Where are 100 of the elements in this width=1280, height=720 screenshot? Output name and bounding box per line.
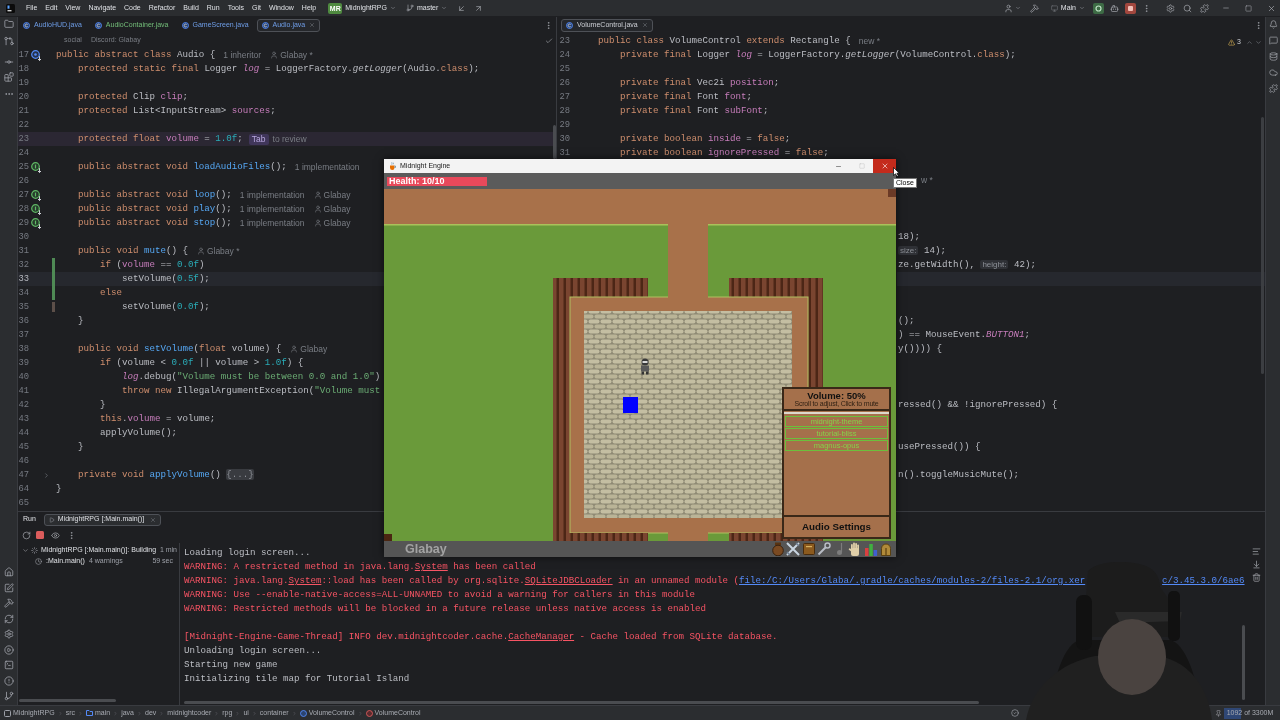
text-lines-icon[interactable]	[1251, 547, 1261, 556]
person-icon[interactable]	[1003, 3, 1013, 13]
terminal-icon[interactable]	[3, 660, 14, 670]
chat-icon[interactable]	[1268, 36, 1278, 45]
more-icon[interactable]	[67, 530, 76, 540]
change-marker[interactable]	[51, 286, 55, 300]
chevron-down-icon[interactable]	[1079, 5, 1085, 11]
author-name[interactable]: Glabay *	[280, 48, 313, 62]
hammer-icon[interactable]	[1029, 3, 1039, 13]
close-icon[interactable]	[309, 22, 316, 28]
play-icon[interactable]	[48, 516, 55, 523]
play-circle-icon[interactable]	[3, 644, 14, 655]
stop-icon[interactable]	[1125, 2, 1136, 14]
scrollbar-thumb[interactable]	[1242, 625, 1245, 700]
close-button[interactable]	[873, 159, 896, 173]
check-circle-icon[interactable]	[1011, 709, 1019, 717]
refresh-icon[interactable]	[3, 613, 14, 624]
wrench-icon[interactable]	[817, 542, 831, 556]
inlay-hint[interactable]: 1 implementation	[239, 216, 305, 230]
settings-icon[interactable]	[1166, 3, 1175, 13]
robot-icon[interactable]	[1110, 3, 1119, 13]
app-logo-icon[interactable]	[6, 3, 15, 13]
arrow-up-right-icon[interactable]	[474, 3, 484, 13]
code-line: }	[99, 398, 106, 412]
chevron-down-icon[interactable]	[1014, 5, 1021, 11]
pin-icon[interactable]	[1215, 709, 1222, 717]
arrow-down-to-line-icon[interactable]	[1251, 560, 1261, 569]
inlay-hint[interactable]: 1 implementation	[294, 160, 360, 174]
square-icon	[623, 397, 638, 413]
change-marker[interactable]	[51, 272, 55, 286]
code-line: private final Vec2i position;	[620, 76, 780, 90]
class-link[interactable]: CacheManager	[508, 631, 575, 643]
inlay-hint[interactable]: new *	[858, 34, 881, 48]
author-name[interactable]: Glabay *	[206, 244, 240, 258]
console-line: Initializing tile map for Tutorial Island	[184, 672, 410, 686]
database-icon[interactable]	[1268, 52, 1278, 61]
bell-icon[interactable]	[1268, 20, 1278, 29]
ring-tile-icon[interactable]	[1093, 2, 1104, 14]
person-icon	[313, 191, 322, 199]
branch-icon[interactable]	[3, 691, 14, 701]
chevron-down-icon[interactable]	[441, 5, 448, 11]
console-line: WARNING: A restricted method in java.lang.System has been called	[184, 560, 536, 574]
search-icon[interactable]	[1183, 3, 1192, 13]
book-icon[interactable]	[801, 542, 816, 556]
close-icon[interactable]	[1267, 3, 1276, 13]
puzzle-icon[interactable]	[1200, 3, 1209, 13]
arrow-down-left-icon[interactable]	[457, 3, 467, 13]
change-marker[interactable]	[51, 258, 55, 272]
chevron-down-icon[interactable]	[389, 5, 396, 11]
minimize-icon[interactable]	[1222, 4, 1230, 12]
close-icon[interactable]	[150, 516, 157, 523]
more-icon[interactable]	[544, 20, 553, 30]
change-marker[interactable]	[51, 302, 55, 312]
edit-icon[interactable]	[3, 582, 14, 593]
file-link[interactable]: c/3.45.3.0/6ae6	[1162, 575, 1245, 587]
chevron-up-icon[interactable]	[1246, 38, 1253, 46]
class-link[interactable]: SQLiteJDBCLoader	[524, 575, 613, 587]
hand-icon[interactable]	[848, 542, 862, 556]
commit-icon[interactable]	[3, 57, 14, 67]
inlay-hint[interactable]: 1 inheritor	[223, 48, 262, 62]
chevron-down-icon[interactable]	[22, 547, 29, 554]
line-number: 25	[18, 162, 29, 172]
line-number: 24	[558, 50, 570, 60]
rerun-icon[interactable]	[22, 530, 31, 540]
settings-icon[interactable]	[3, 629, 14, 639]
maximize-icon[interactable]	[1245, 4, 1252, 12]
eye-icon[interactable]	[51, 530, 60, 540]
class-link[interactable]: System	[414, 561, 448, 573]
inlay-hint[interactable]: 1 implementation	[239, 202, 305, 216]
code-line: public abstract void loadAudioFiles();	[78, 160, 287, 174]
class-file-icon	[566, 21, 573, 29]
file-link[interactable]: file:/C:/Users/Glaba/.gradle/caches/modules-2/files-2.1/org.xer	[739, 575, 1086, 587]
audio-settings-button[interactable]: Audio Settings	[784, 515, 889, 537]
more-icon[interactable]	[1142, 3, 1151, 13]
trash-icon[interactable]	[1251, 573, 1261, 582]
code-line: private final Logger log = LoggerFactory.getLogger(VolumeControl.class);	[620, 48, 1016, 62]
chevron-down-icon[interactable]	[1255, 38, 1262, 46]
alert-icon[interactable]	[3, 675, 14, 686]
folder-icon[interactable]	[3, 19, 14, 29]
pull-request-icon[interactable]	[3, 36, 14, 46]
chevron-right-icon[interactable]	[43, 471, 50, 479]
scrollbar-thumb[interactable]	[19, 699, 116, 702]
blocks-icon[interactable]	[3, 72, 14, 82]
author-name[interactable]: Glabay	[323, 202, 351, 216]
inlay-hint[interactable]: 1 implementation	[239, 188, 305, 202]
helmet-icon[interactable]	[879, 542, 893, 556]
code-line: public abstract void play();	[78, 202, 232, 216]
scrollbar-thumb[interactable]	[553, 125, 556, 159]
more-icon[interactable]	[1254, 20, 1263, 30]
hammer-icon[interactable]	[3, 598, 14, 608]
house-icon[interactable]	[3, 567, 14, 577]
author-name[interactable]: Glabay	[323, 188, 351, 202]
author-name[interactable]: Glabay	[323, 216, 351, 230]
cloud-icon[interactable]	[1268, 68, 1278, 77]
crossed-swords-icon[interactable]	[786, 542, 800, 556]
class-link[interactable]: System	[288, 575, 322, 587]
bar-chart-icon[interactable]	[863, 542, 878, 556]
puzzle-icon[interactable]	[1268, 84, 1278, 93]
close-icon[interactable]	[641, 22, 648, 28]
author-name[interactable]: Glabay	[300, 342, 328, 356]
